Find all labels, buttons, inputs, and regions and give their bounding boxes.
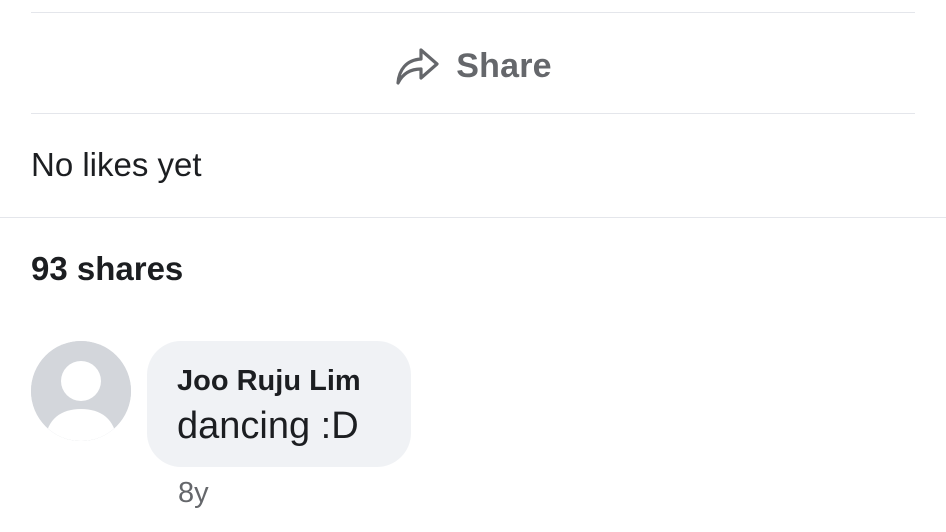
middle-divider xyxy=(31,113,915,114)
comment-text: dancing :D xyxy=(177,405,359,447)
share-button[interactable]: Share xyxy=(0,40,946,92)
top-divider xyxy=(31,12,915,13)
comment-author[interactable]: Joo Ruju Lim xyxy=(177,363,381,399)
share-arrow-icon xyxy=(394,46,440,86)
share-label: Share xyxy=(456,46,552,85)
comment-timestamp[interactable]: 8y xyxy=(178,477,209,510)
comment-bubble: Joo Ruju Lim dancing :D xyxy=(147,341,411,467)
likes-status: No likes yet xyxy=(31,146,202,183)
shares-count[interactable]: 93 shares xyxy=(31,250,183,288)
section-divider xyxy=(0,217,946,218)
default-profile-silhouette-icon xyxy=(31,341,131,441)
avatar[interactable] xyxy=(31,341,131,441)
